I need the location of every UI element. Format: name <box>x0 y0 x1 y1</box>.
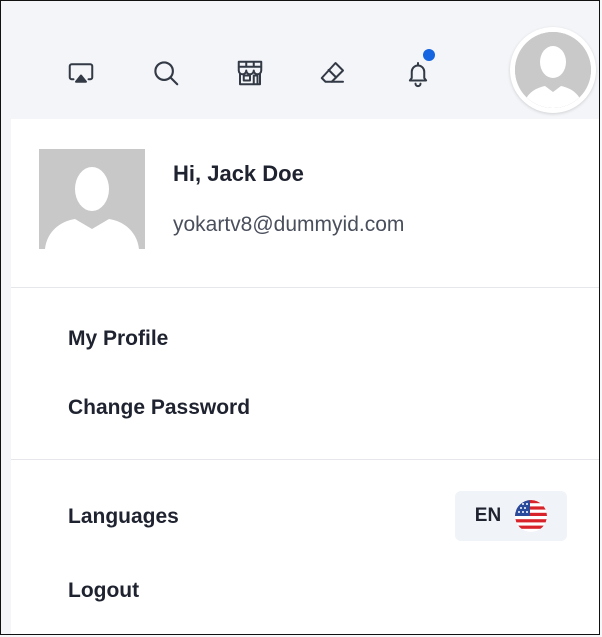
user-dropdown-menu: Hi, Jack Doe yokartv8@dummyid.com My Pro… <box>11 119 599 634</box>
person-silhouette-icon <box>515 32 591 108</box>
us-flag-icon <box>515 500 548 532</box>
language-code: EN <box>474 505 502 526</box>
user-avatar-button[interactable] <box>510 27 596 113</box>
bell-icon[interactable] <box>398 49 438 93</box>
logout-link[interactable]: Logout <box>68 579 139 603</box>
avatar <box>515 32 591 108</box>
my-profile-link[interactable]: My Profile <box>68 327 168 351</box>
language-selector[interactable]: EN <box>455 491 567 541</box>
eraser-icon[interactable] <box>313 53 353 93</box>
languages-label: Languages <box>68 505 179 528</box>
user-photo <box>39 149 145 249</box>
menu-divider <box>11 459 599 460</box>
cast-icon[interactable] <box>61 53 101 93</box>
app-frame: Hi, Jack Doe yokartv8@dummyid.com My Pro… <box>0 0 600 635</box>
search-icon[interactable] <box>146 53 186 93</box>
user-card: Hi, Jack Doe yokartv8@dummyid.com <box>11 119 599 288</box>
user-email: yokartv8@dummyid.com <box>173 213 405 236</box>
user-greeting: Hi, Jack Doe <box>173 161 304 186</box>
change-password-link[interactable]: Change Password <box>68 396 250 420</box>
notification-dot <box>423 49 435 61</box>
person-silhouette-icon <box>39 149 145 249</box>
storefront-icon[interactable] <box>230 53 270 93</box>
top-toolbar <box>1 1 599 119</box>
